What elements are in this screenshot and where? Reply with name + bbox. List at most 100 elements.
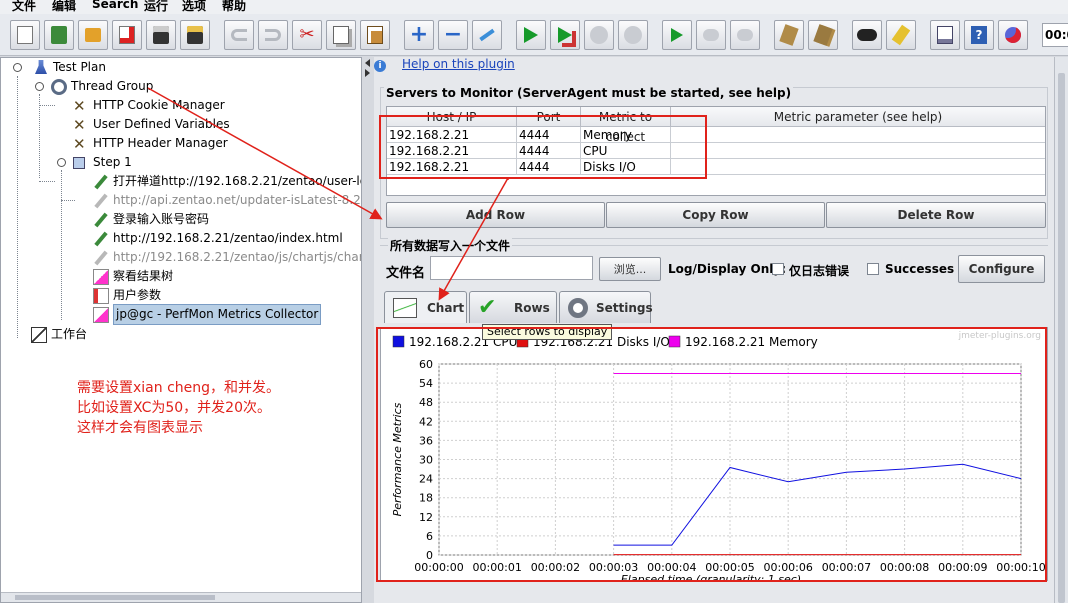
tab-chart[interactable]: Chart [384,291,467,323]
pane-splitter[interactable] [362,57,374,603]
help-button[interactable]: ? [964,20,994,50]
new-icon [17,26,33,44]
info-icon: i [374,60,386,72]
menu-file[interactable]: 文件 [12,0,36,14]
remote-start-button[interactable] [662,20,692,50]
tree-node-label: Thread Group [71,79,154,93]
start-button[interactable] [516,20,546,50]
remote-button[interactable] [998,20,1028,50]
y-tick-label: 54 [419,377,433,390]
open-button[interactable] [78,20,108,50]
function-helper-button[interactable] [930,20,960,50]
filename-input[interactable] [430,256,593,280]
cell-parameter[interactable] [671,143,1045,159]
tab-rows[interactable]: ✔ Rows [469,291,557,323]
servers-table[interactable]: Host / IP Port Metric to collect Metric … [386,106,1046,196]
collapse-button[interactable]: − [438,20,468,50]
menu-run[interactable]: 运行 [144,0,168,14]
menu-help[interactable]: 帮助 [222,0,246,14]
remote-stop-button[interactable] [696,20,726,50]
help-link[interactable]: Help on this plugin [402,57,515,71]
cut-icon: ✂ [299,24,315,45]
reset-search-icon [891,24,911,46]
column-header[interactable]: Host / IP [387,107,517,127]
paste-button[interactable] [360,20,390,50]
preprocessor-icon [93,288,109,304]
vertical-scrollbar[interactable] [1054,57,1068,603]
copy-row-button[interactable]: Copy Row [606,202,825,228]
menu-edit[interactable]: 编辑 [52,0,76,14]
cell-port[interactable]: 4444 [517,159,581,175]
x-tick-label: 00:00:10 [996,561,1045,574]
cell-parameter[interactable] [671,159,1045,175]
templates-button[interactable] [44,20,74,50]
scrollbar-thumb[interactable] [1058,73,1065,603]
cell-host[interactable]: 192.168.2.21 [387,159,517,175]
delete-row-button[interactable]: Delete Row [826,202,1046,228]
cell-host[interactable]: 192.168.2.21 [387,127,517,143]
y-tick-label: 12 [419,511,433,524]
y-tick-label: 6 [426,530,433,543]
clear-all-button[interactable] [808,20,838,50]
cell-parameter[interactable] [671,127,1045,143]
save-as-button[interactable] [180,20,210,50]
browse-button[interactable]: 浏览... [599,257,661,281]
copy-button[interactable] [326,20,356,50]
tree-horizontal-scrollbar[interactable] [1,592,361,602]
cell-host[interactable]: 192.168.2.21 [387,143,517,159]
start-no-pause-button[interactable] [550,20,580,50]
expander-test-plan[interactable] [13,63,22,72]
new-button[interactable] [10,20,40,50]
copy-icon [333,26,349,44]
expand-button[interactable]: + [404,20,434,50]
tree-node-label: http://api.zentao.net/updater-isLatest-8… [113,193,361,207]
tree-node-label: http://192.168.2.21/zentao/index.html [113,231,343,245]
successes-checkbox[interactable] [867,263,879,275]
clear-button[interactable] [774,20,804,50]
tree-node-label: 工作台 [51,327,88,341]
gear-icon [51,79,67,95]
cell-metric[interactable]: CPU [581,143,671,159]
tab-label: Chart [427,301,465,315]
open-icon [85,28,101,42]
test-plan-icon [35,60,47,74]
toggle-button[interactable] [472,20,502,50]
collapse-right-icon[interactable] [365,69,370,77]
filename-label: 文件名 [386,266,426,281]
shutdown-button[interactable] [618,20,648,50]
undo-icon [231,29,247,41]
cell-port[interactable]: 4444 [517,127,581,143]
cut-button[interactable]: ✂ [292,20,322,50]
reset-search-button[interactable] [886,20,916,50]
search-button[interactable] [852,20,882,50]
menu-options[interactable]: 选项 [182,0,206,14]
configure-button[interactable]: Configure [958,255,1045,283]
tree-node-label: Test Plan [53,60,106,74]
add-row-button[interactable]: Add Row [386,202,605,228]
redo-button[interactable] [258,20,288,50]
tab-settings[interactable]: Settings [559,291,653,323]
column-header[interactable]: Metric to collect [581,107,671,144]
tree-node-label: HTTP Cookie Manager [93,98,225,112]
start-no-pause-icon [558,27,572,43]
expander-step-1[interactable] [57,158,66,167]
cell-metric[interactable]: Memory [581,127,671,143]
collapse-left-icon[interactable] [365,59,370,67]
remote-stop-icon [703,29,719,41]
save-button[interactable] [146,20,176,50]
cell-port[interactable]: 4444 [517,143,581,159]
column-header[interactable]: Port [517,107,581,127]
column-header[interactable]: Metric parameter (see help) [671,107,1045,127]
close-button[interactable] [112,20,142,50]
scrollbar-thumb[interactable] [15,595,215,600]
expander-thread-group[interactable] [35,82,44,91]
legend-label: 192.168.2.21 Memory [685,335,818,349]
servers-title: Servers to Monitor (ServerAgent must be … [384,86,794,100]
errors-only-checkbox[interactable] [772,263,784,275]
cell-metric[interactable]: Disks I/O [581,159,671,175]
x-tick-label: 00:00:02 [531,561,580,574]
remote-shutdown-button[interactable] [730,20,760,50]
stop-button[interactable] [584,20,614,50]
menu-search[interactable]: Search [92,0,138,11]
undo-button[interactable] [224,20,254,50]
